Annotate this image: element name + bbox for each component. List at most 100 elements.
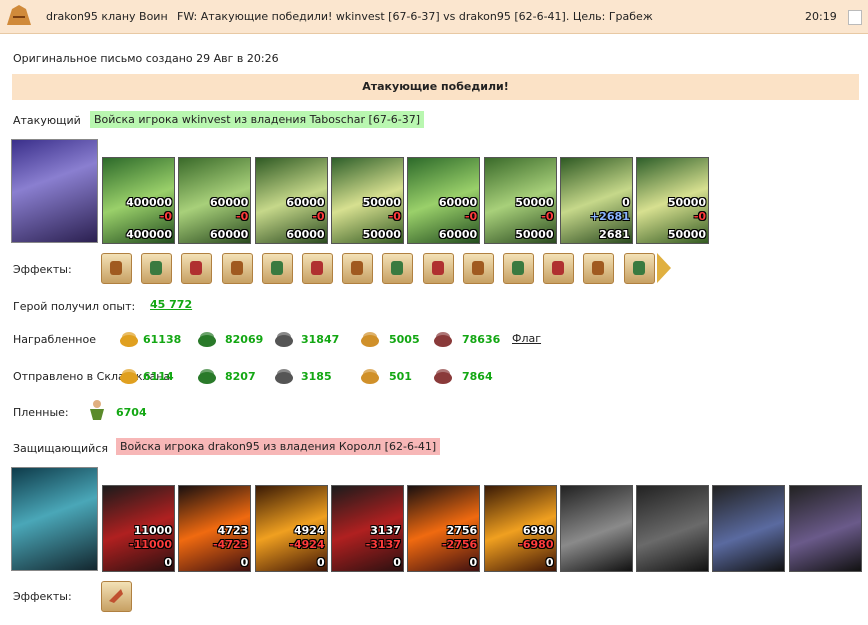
unit-count-n1: 2756 bbox=[446, 524, 478, 537]
effect-heart2-icon[interactable] bbox=[302, 253, 333, 284]
unit-count-n3: 60000 bbox=[210, 228, 249, 241]
unit-card[interactable]: 4723 -4723 0 bbox=[178, 485, 252, 572]
tree-icon bbox=[198, 332, 216, 347]
effect-heart-icon[interactable] bbox=[261, 253, 293, 284]
flag-link[interactable]: Флаг bbox=[512, 332, 541, 345]
effect-sword-icon[interactable] bbox=[181, 253, 213, 284]
grain-icon bbox=[361, 332, 379, 347]
unit-count-n3: 50000 bbox=[515, 228, 554, 241]
unit-count-n1: 4924 bbox=[293, 524, 325, 537]
attacker-tag: Войска игрока wkinvest из владения Tabos… bbox=[90, 111, 425, 128]
effect-crown-icon[interactable] bbox=[382, 253, 414, 284]
gold-amount: 61138 bbox=[143, 333, 182, 346]
defender-hero-avatar[interactable] bbox=[11, 467, 98, 571]
unit-count-n3: 0 bbox=[164, 556, 172, 569]
unit-count-n3: 2681 bbox=[599, 228, 630, 241]
unit-count-n1: 4723 bbox=[217, 524, 249, 537]
unit-card[interactable]: 50000 -0 50000 bbox=[483, 157, 557, 244]
unit-count-n3: 400000 bbox=[126, 228, 172, 241]
stone-icon bbox=[434, 332, 452, 347]
effect-shield-icon[interactable] bbox=[422, 253, 454, 284]
unit-count-n1: 50000 bbox=[515, 196, 554, 209]
unit-card[interactable]: 0 +2681 2681 bbox=[559, 157, 633, 244]
unit-count-n1: 60000 bbox=[286, 196, 325, 209]
unit-count-n3: 0 bbox=[469, 556, 478, 569]
ore-amount: 3185 bbox=[301, 370, 332, 383]
defender-label: Защищающийся bbox=[13, 442, 108, 455]
unit-card[interactable]: 400000 -0 400000 bbox=[102, 157, 175, 244]
attacker-hero-avatar[interactable] bbox=[11, 139, 98, 243]
sender: drakon95 клану Воин bbox=[46, 10, 168, 23]
gold-coins-icon bbox=[120, 369, 138, 384]
captives-label: Пленные: bbox=[13, 406, 69, 419]
unit-card[interactable] bbox=[788, 485, 862, 572]
grain-amount: 501 bbox=[389, 370, 412, 383]
unit-card[interactable]: 60000 -0 60000 bbox=[178, 157, 252, 244]
effect-scroll-icon[interactable] bbox=[101, 253, 132, 284]
ore-amount: 31847 bbox=[301, 333, 340, 346]
unit-card[interactable]: 6980 -6980 0 bbox=[483, 485, 557, 572]
defender-effect-icon[interactable] bbox=[101, 581, 132, 612]
effects-next-arrow-icon[interactable] bbox=[657, 253, 671, 283]
unit-card[interactable]: 50000 -0 50000 bbox=[330, 157, 404, 244]
unit-count-n2: -3137 bbox=[365, 538, 401, 551]
unit-card[interactable]: 11000 -11000 0 bbox=[102, 485, 175, 572]
unit-card[interactable] bbox=[636, 485, 710, 572]
unit-count-n2: -0 bbox=[541, 210, 554, 223]
unit-card[interactable]: 60000 -0 60000 bbox=[254, 157, 328, 244]
effect-ring-icon[interactable] bbox=[503, 253, 534, 284]
unit-count-n2: -11000 bbox=[129, 538, 172, 551]
unit-card[interactable] bbox=[712, 485, 786, 572]
unit-count-n3: 0 bbox=[240, 556, 249, 569]
unit-count-n1: 6980 bbox=[522, 524, 554, 537]
unit-count-n1: 3137 bbox=[370, 524, 401, 537]
effects-label: Эффекты: bbox=[13, 263, 72, 276]
unit-count-n2: -0 bbox=[464, 210, 478, 223]
ore-icon bbox=[275, 369, 293, 384]
attacker-label: Атакующий bbox=[13, 114, 81, 127]
unit-count-n2: -4924 bbox=[289, 538, 325, 551]
unit-count-n1: 50000 bbox=[667, 196, 707, 209]
unit-count-n1: 11000 bbox=[133, 524, 172, 537]
unit-count-n1: 50000 bbox=[362, 196, 401, 209]
effect-sword2-icon[interactable] bbox=[221, 253, 253, 284]
exp-label: Герой получил опыт: bbox=[13, 300, 136, 313]
effect-scroll2-icon[interactable] bbox=[543, 253, 575, 284]
unit-count-n1: 0 bbox=[622, 196, 630, 209]
defender-effects-label: Эффекты: bbox=[13, 590, 72, 603]
effect-shield2-icon[interactable] bbox=[623, 253, 655, 284]
captive-icon bbox=[90, 400, 104, 420]
unit-card[interactable]: 2756 -2756 0 bbox=[407, 485, 481, 572]
unit-count-n2: +2681 bbox=[589, 210, 630, 223]
unit-count-n1: 400000 bbox=[126, 196, 172, 209]
unit-count-n3: 60000 bbox=[438, 228, 478, 241]
message-header: drakon95 клану Воин FW: Атакующие победи… bbox=[0, 0, 868, 34]
message-subject: FW: Атакующие победили! wkinvest [67-6-3… bbox=[177, 10, 653, 23]
effect-potion-icon[interactable] bbox=[342, 253, 374, 284]
unit-count-n2: -0 bbox=[159, 210, 172, 223]
ore-icon bbox=[275, 332, 293, 347]
unit-card[interactable]: 4924 -4924 0 bbox=[254, 485, 328, 572]
unit-count-n3: 0 bbox=[393, 556, 401, 569]
unit-count-n3: 60000 bbox=[286, 228, 325, 241]
exp-value[interactable]: 45 772 bbox=[150, 298, 192, 311]
gold-amount: 6114 bbox=[143, 370, 174, 383]
defender-tag: Войска игрока drakon95 из владения Корол… bbox=[116, 438, 441, 455]
captives-value: 6704 bbox=[116, 406, 147, 419]
unit-count-n3: 50000 bbox=[362, 228, 401, 241]
unit-count-n3: 50000 bbox=[667, 228, 707, 241]
unit-card[interactable]: 50000 -0 50000 bbox=[636, 157, 710, 244]
effect-armor-icon[interactable] bbox=[462, 253, 494, 284]
unit-count-n2: -0 bbox=[236, 210, 249, 223]
close-icon[interactable] bbox=[848, 10, 862, 25]
grain-icon bbox=[361, 369, 379, 384]
created-date: Оригинальное письмо создано 29 Авг в 20:… bbox=[13, 52, 279, 65]
unit-card[interactable]: 3137 -3137 0 bbox=[330, 485, 404, 572]
stone-amount: 78636 bbox=[462, 333, 501, 346]
effect-skull-icon[interactable] bbox=[141, 253, 173, 284]
gold-coins-icon bbox=[120, 332, 138, 347]
unit-card[interactable] bbox=[559, 485, 633, 572]
effect-dagger-icon[interactable] bbox=[583, 253, 615, 284]
unit-card[interactable]: 60000 -0 60000 bbox=[407, 157, 481, 244]
stone-amount: 7864 bbox=[462, 370, 493, 383]
